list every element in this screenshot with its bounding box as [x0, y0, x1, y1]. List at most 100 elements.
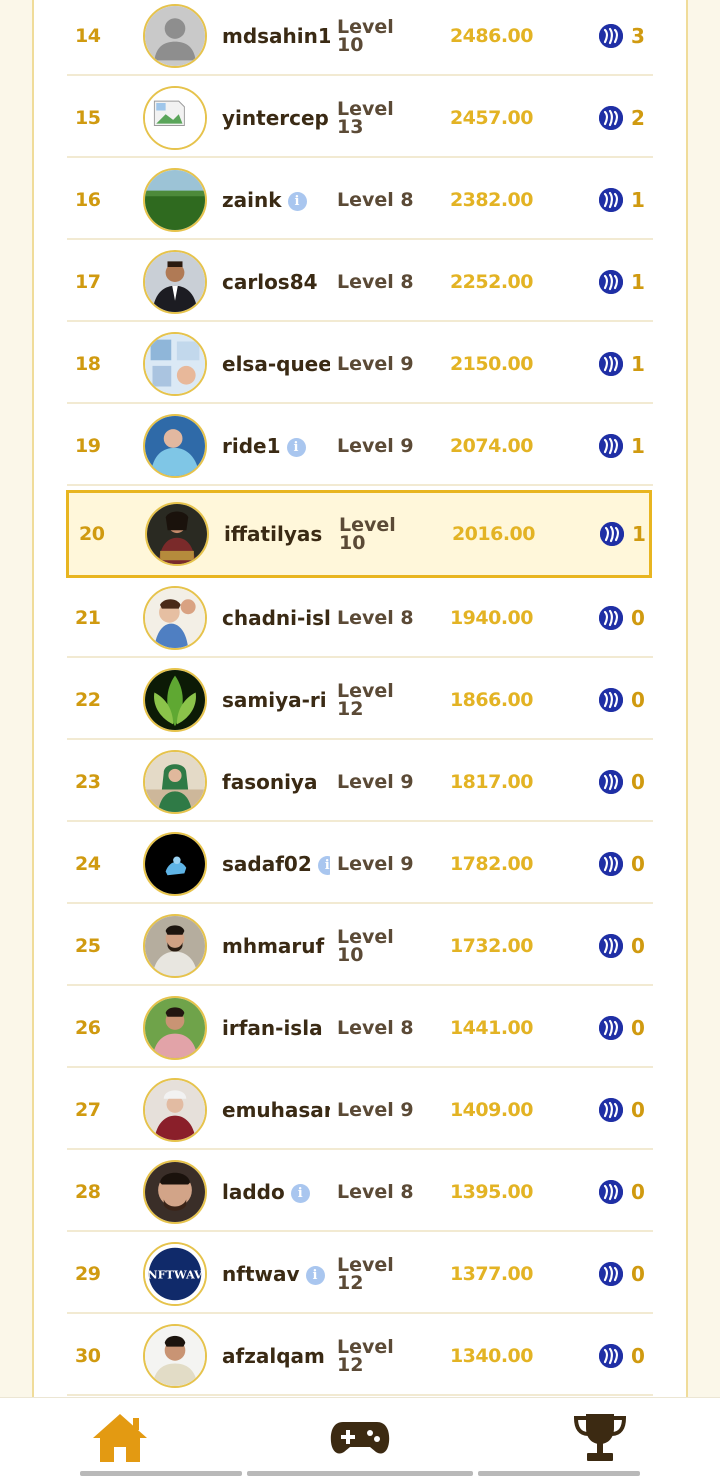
- username-cell[interactable]: iffatilyas: [224, 494, 332, 574]
- username[interactable]: sadaf02: [222, 852, 312, 876]
- steem-icon: [600, 522, 624, 546]
- avatar[interactable]: [143, 414, 207, 478]
- home-icon: [93, 1413, 147, 1462]
- avatar[interactable]: NFTWAV: [143, 1242, 207, 1306]
- avatar[interactable]: [143, 4, 207, 68]
- steem-icon: [599, 934, 623, 958]
- username-cell[interactable]: laddo i: [222, 1152, 330, 1232]
- nav-games[interactable]: [300, 1398, 420, 1476]
- username-cell[interactable]: mdsahin1: [222, 0, 330, 76]
- username[interactable]: iffatilyas: [224, 522, 322, 546]
- level-text: Level 8: [337, 1181, 414, 1203]
- leaderboard-row[interactable]: 24 sadaf02 i Level 9 1782.00 0: [67, 824, 653, 904]
- username-cell[interactable]: samiya-ri: [222, 660, 330, 740]
- leaderboard-row[interactable]: 16 zaink i Level 8 2382.00 1: [67, 160, 653, 240]
- avatar[interactable]: [143, 1160, 207, 1224]
- username-cell[interactable]: zaink i: [222, 160, 330, 240]
- username-cell[interactable]: mhmaruf: [222, 906, 330, 986]
- username-cell[interactable]: emuhasar: [222, 1070, 330, 1150]
- leaderboard-row[interactable]: 30 afzalqam Level 12 1340.00 0: [67, 1316, 653, 1396]
- reward-cell: 1: [599, 432, 645, 460]
- reward-count: 3: [631, 24, 645, 48]
- reward-count: 0: [631, 1262, 645, 1286]
- leaderboard-row[interactable]: 25 mhmaruf Level 10 1732.00 0: [67, 906, 653, 986]
- reward-count: 0: [631, 934, 645, 958]
- username[interactable]: afzalqam: [222, 1344, 325, 1368]
- username-cell[interactable]: fasoniya: [222, 742, 330, 822]
- nav-home[interactable]: [60, 1398, 180, 1476]
- leaderboard-row[interactable]: 19 ride1 i Level 9 2074.00 1: [67, 406, 653, 486]
- username[interactable]: carlos84: [222, 270, 318, 294]
- leaderboard-row[interactable]: 17 carlos84 Level 8 2252.00 1: [67, 242, 653, 322]
- leaderboard-row[interactable]: 22 samiya-ri Level 12 1866.00 0: [67, 660, 653, 740]
- reward-cell: 0: [599, 932, 645, 960]
- username-cell[interactable]: chadni-isl: [222, 578, 330, 658]
- level-label: Level 8: [337, 1152, 421, 1232]
- nav-indicator-leaderboard: [478, 1471, 640, 1476]
- nav-leaderboard[interactable]: [540, 1398, 660, 1476]
- username[interactable]: mdsahin1: [222, 24, 330, 48]
- username-cell[interactable]: carlos84: [222, 242, 330, 322]
- level-wrap: Level 10: [337, 18, 394, 55]
- info-icon[interactable]: i: [305, 1266, 325, 1285]
- leaderboard-row[interactable]: 18 elsa-quee Level 9 2150.00 1: [67, 324, 653, 404]
- score-value: 2016.00: [451, 523, 536, 545]
- level-label: Level 9: [337, 1070, 421, 1150]
- leaderboard-row[interactable]: 21 chadni-isl Level 8 1940.00 0: [67, 578, 653, 658]
- avatar[interactable]: [143, 1324, 207, 1388]
- username-cell[interactable]: yintercep: [222, 78, 330, 158]
- leaderboard-row[interactable]: 26 irfan-isla Level 8 1441.00 0: [67, 988, 653, 1068]
- avatar[interactable]: [143, 168, 207, 232]
- leaderboard-row[interactable]: 29 NFTWAV nftwav i Level 12 1377.00 0: [67, 1234, 653, 1314]
- username[interactable]: samiya-ri: [222, 688, 327, 712]
- username[interactable]: mhmaruf: [222, 934, 324, 958]
- username-cell[interactable]: elsa-quee: [222, 324, 330, 404]
- avatar[interactable]: [143, 750, 207, 814]
- leaderboard-row[interactable]: 27 emuhasar Level 9 1409.00 0: [67, 1070, 653, 1150]
- username[interactable]: emuhasar: [222, 1098, 330, 1122]
- leaderboard-row[interactable]: 23 fasoniya Level 9 1817.00 0: [67, 742, 653, 822]
- username-cell[interactable]: irfan-isla: [222, 988, 330, 1068]
- info-icon[interactable]: i: [317, 856, 330, 875]
- username[interactable]: yintercep: [222, 106, 329, 130]
- avatar[interactable]: [143, 832, 207, 896]
- avatar[interactable]: [143, 250, 207, 314]
- level-text: Level 9: [337, 1099, 414, 1121]
- info-icon[interactable]: i: [290, 1184, 310, 1203]
- username-cell[interactable]: nftwav i: [222, 1234, 330, 1314]
- avatar[interactable]: [143, 586, 207, 650]
- username[interactable]: zaink: [222, 188, 282, 212]
- username[interactable]: fasoniya: [222, 770, 317, 794]
- level-wrap: Level 13: [337, 100, 394, 137]
- avatar[interactable]: [143, 914, 207, 978]
- avatar[interactable]: [143, 1078, 207, 1142]
- reward-count: 0: [631, 606, 645, 630]
- username[interactable]: elsa-quee: [222, 352, 330, 376]
- info-icon[interactable]: i: [286, 438, 306, 457]
- reward-cell: 0: [599, 604, 645, 632]
- leaderboard-row[interactable]: 14 mdsahin1 Level 10 2486.00 3: [67, 0, 653, 76]
- username[interactable]: ride1: [222, 434, 281, 458]
- avatar[interactable]: [145, 502, 209, 566]
- username-cell[interactable]: afzalqam: [222, 1316, 330, 1396]
- username-cell[interactable]: ride1 i: [222, 406, 330, 486]
- username[interactable]: irfan-isla: [222, 1016, 323, 1040]
- reward-count: 1: [631, 434, 645, 458]
- username[interactable]: chadni-isl: [222, 606, 330, 630]
- avatar[interactable]: [143, 996, 207, 1060]
- avatar[interactable]: [143, 668, 207, 732]
- info-icon[interactable]: i: [287, 192, 307, 211]
- avatar[interactable]: [143, 86, 207, 150]
- leaderboard-row[interactable]: 15 yintercep Level 13 2457.00 2: [67, 78, 653, 158]
- level-text: Level 8: [337, 271, 414, 293]
- leaderboard-row-current-user[interactable]: 20 iffatilyas Level 10 2016.00 1: [66, 490, 652, 578]
- username[interactable]: nftwav: [222, 1262, 300, 1286]
- avatar[interactable]: [143, 332, 207, 396]
- username[interactable]: laddo: [222, 1180, 285, 1204]
- steem-icon: [599, 24, 623, 48]
- username-cell[interactable]: sadaf02 i: [222, 824, 330, 904]
- leaderboard-row[interactable]: 28 laddo i Level 8 1395.00 0: [67, 1152, 653, 1232]
- level-label: Level 9: [337, 324, 421, 404]
- steem-icon: [599, 1016, 623, 1040]
- level-wrap: Level 10: [337, 928, 394, 965]
